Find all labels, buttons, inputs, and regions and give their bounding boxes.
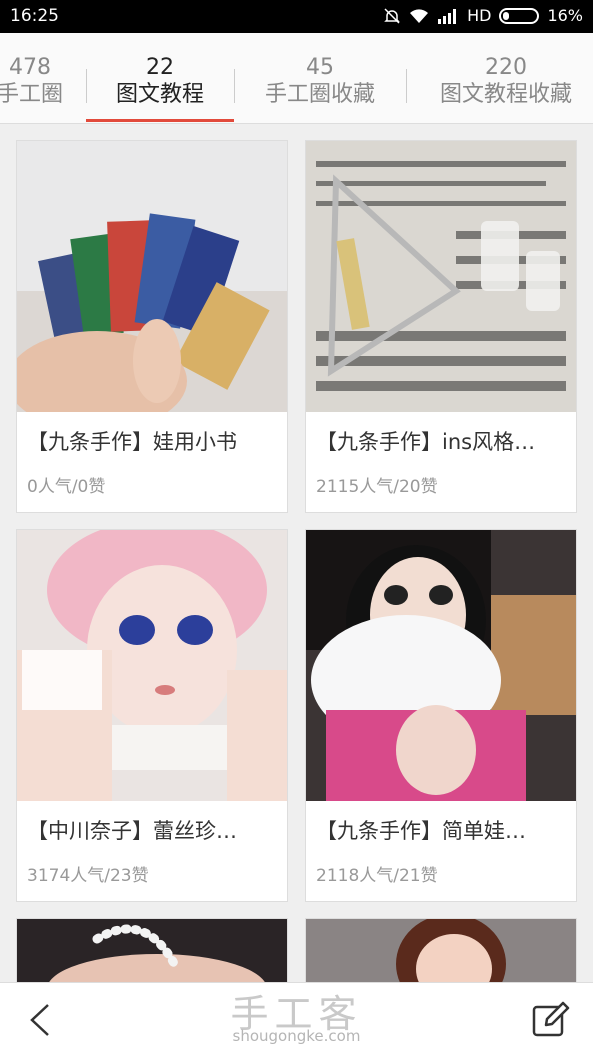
tutorial-title: 【九条手作】简单娃… xyxy=(316,819,526,843)
edit-icon[interactable] xyxy=(530,999,570,1039)
status-icons: HD 16% xyxy=(383,6,583,25)
tab-divider xyxy=(406,69,407,103)
battery-percent: 16% xyxy=(547,6,583,25)
wifi-icon xyxy=(410,8,429,23)
tutorial-thumbnail xyxy=(306,141,576,412)
tutorial-card[interactable]: 【九条手作】简单娃… 2118人气/21赞 xyxy=(305,529,577,902)
tab-divider xyxy=(86,69,87,103)
tutorial-title: 【中川奈子】蕾丝珍… xyxy=(27,819,237,843)
tab-circle-favorites[interactable]: 45 手工圈收藏 xyxy=(245,55,395,109)
profile-tabs: 478 手工圈 22 图文教程 45 手工圈收藏 220 图文教程收藏 xyxy=(0,33,593,124)
tutorial-stats: 3174人气/23赞 xyxy=(27,866,149,886)
network-label: HD xyxy=(467,6,492,25)
tab-tutorial-favorites[interactable]: 220 图文教程收藏 xyxy=(420,55,592,109)
status-time: 16:25 xyxy=(10,6,59,26)
tutorial-title: 【九条手作】娃用小书 xyxy=(27,430,237,454)
tab-handicraft-circle[interactable]: 478 手工圈 xyxy=(0,55,70,109)
tutorial-stats: 2115人气/20赞 xyxy=(316,477,438,497)
tutorial-thumbnail xyxy=(17,530,287,801)
tutorial-card[interactable]: 【中川奈子】蕾丝珍… 3174人气/23赞 xyxy=(16,529,288,902)
mute-icon xyxy=(384,7,400,24)
battery-icon xyxy=(499,7,540,24)
active-tab-indicator xyxy=(86,119,234,122)
bottom-toolbar: 手工客 shougongke.com xyxy=(0,982,593,1054)
tutorial-stats: 0人气/0赞 xyxy=(27,477,106,497)
signal-icon xyxy=(438,8,457,24)
brand-domain: shougongke.com xyxy=(232,1027,361,1045)
tab-divider xyxy=(234,69,235,103)
tutorial-thumbnail xyxy=(306,530,576,801)
tutorial-title: 【九条手作】ins风格… xyxy=(316,430,536,454)
tutorial-card[interactable]: 【九条手作】娃用小书 0人气/0赞 xyxy=(16,140,288,513)
tutorial-thumbnail xyxy=(17,141,287,412)
tab-tutorials[interactable]: 22 图文教程 xyxy=(96,55,224,109)
tutorial-stats: 2118人气/21赞 xyxy=(316,866,438,886)
tutorial-card[interactable]: 【九条手作】ins风格… 2115人气/20赞 xyxy=(305,140,577,513)
status-bar: 16:25 HD 16% xyxy=(0,0,593,33)
